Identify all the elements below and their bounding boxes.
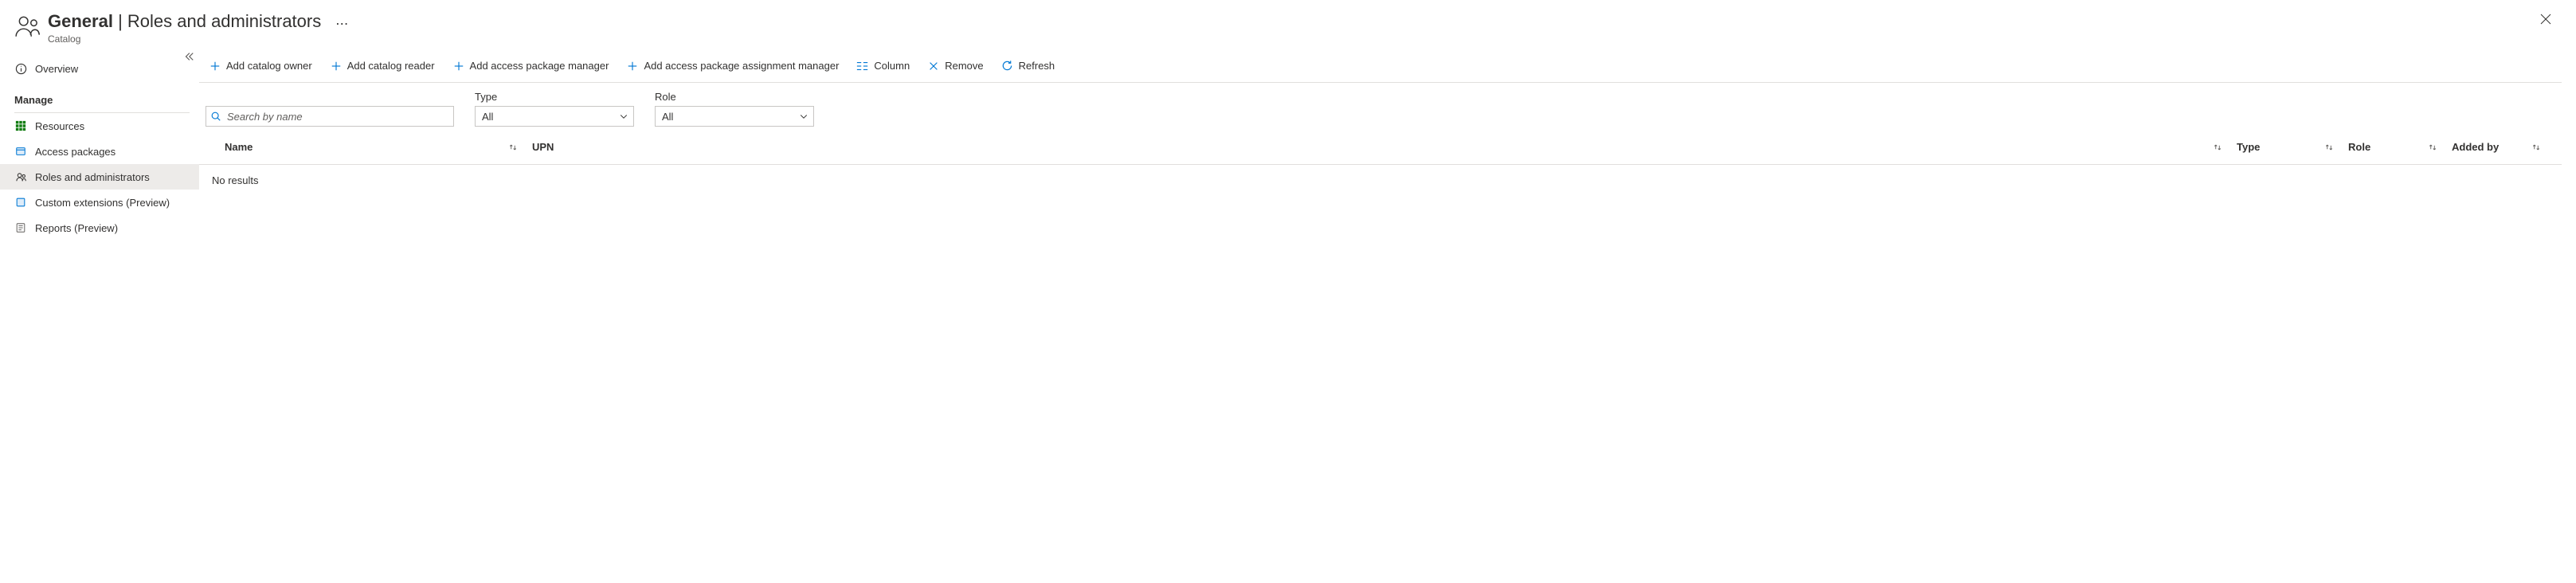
col-label: Type [2237,141,2260,153]
select-value: All [662,111,673,123]
add-access-pkg-mgr-button[interactable]: Add access package manager [449,55,613,77]
filter-bar: Type All Role All [199,83,2562,130]
page-title: General | Roles and administrators [48,11,321,32]
table-header: Name UPN Type [199,130,2562,165]
col-label: Name [225,141,253,153]
extension-icon [14,196,27,209]
sidebar-item-label: Reports (Preview) [35,222,118,234]
button-label: Remove [945,60,983,72]
report-icon [14,221,27,234]
button-label: Refresh [1019,60,1055,72]
col-label: UPN [532,141,554,153]
sidebar-item-reports[interactable]: Reports (Preview) [0,215,199,241]
role-filter-select[interactable]: All [655,106,814,127]
role-filter-label: Role [655,91,814,103]
x-icon [927,60,940,72]
chevron-down-icon [799,112,808,121]
add-catalog-owner-button[interactable]: Add catalog owner [206,55,315,77]
col-label: Added by [2452,141,2499,153]
page-title-main: General [48,11,113,31]
col-header-upn[interactable]: UPN [532,141,2237,153]
type-filter-select[interactable]: All [475,106,634,127]
sidebar-item-label: Custom extensions (Preview) [35,197,170,209]
refresh-button[interactable]: Refresh [998,55,1059,77]
collapse-sidebar-button[interactable] [183,51,194,62]
sidebar-item-custom-extensions[interactable]: Custom extensions (Preview) [0,190,199,215]
search-input[interactable] [206,106,454,127]
col-label: Role [2348,141,2370,153]
page-title-sub: Roles and administrators [127,11,321,31]
refresh-icon [1001,60,1014,72]
search-icon [210,111,221,122]
col-header-role[interactable]: Role [2348,141,2452,153]
people-small-icon [14,170,27,183]
add-catalog-reader-button[interactable]: Add catalog reader [327,55,438,77]
sort-icon [2324,143,2334,152]
remove-button[interactable]: Remove [924,55,986,77]
plus-icon [209,60,221,72]
col-header-added-by[interactable]: Added by [2452,141,2555,153]
select-value: All [482,111,493,123]
sort-icon [2428,143,2437,152]
package-icon [14,145,27,158]
sidebar-item-overview[interactable]: Overview [0,56,199,81]
sort-icon [2213,143,2222,152]
page-header: General | Roles and administrators Catal… [0,0,2576,51]
column-button[interactable]: Column [853,55,913,77]
button-label: Add access package assignment manager [644,60,839,72]
chevron-down-icon [619,112,628,121]
people-icon [14,13,41,40]
button-label: Add access package manager [470,60,609,72]
columns-icon [856,60,869,72]
main-content: Add catalog owner Add catalog reader Add… [199,51,2576,241]
sidebar-nav: Overview Manage Resources [0,51,199,241]
sidebar-section-manage: Manage [0,81,199,109]
sidebar-item-resources[interactable]: Resources [0,113,199,139]
sidebar-item-access-packages[interactable]: Access packages [0,139,199,164]
button-label: Column [874,60,910,72]
close-button[interactable] [2539,13,2552,25]
table-empty-message: No results [199,165,2562,196]
sidebar-item-label: Resources [35,120,84,132]
sort-icon [508,143,518,152]
sidebar-item-label: Overview [35,63,78,75]
more-button[interactable]: ⋯ [335,16,349,32]
col-header-name[interactable]: Name [206,141,532,153]
sort-icon [2531,143,2541,152]
sidebar-item-roles-admins[interactable]: Roles and administrators [0,164,199,190]
grid-icon [14,119,27,132]
plus-icon [626,60,639,72]
sidebar-item-label: Roles and administrators [35,171,150,183]
plus-icon [330,60,343,72]
add-access-pkg-assign-mgr-button[interactable]: Add access package assignment manager [623,55,842,77]
command-bar: Add catalog owner Add catalog reader Add… [199,51,2562,83]
sidebar-item-label: Access packages [35,146,115,158]
info-icon [14,62,27,75]
button-label: Add catalog reader [347,60,435,72]
button-label: Add catalog owner [226,60,312,72]
col-header-type[interactable]: Type [2237,141,2348,153]
type-filter-label: Type [475,91,634,103]
plus-icon [452,60,465,72]
breadcrumb: Catalog [48,33,321,45]
